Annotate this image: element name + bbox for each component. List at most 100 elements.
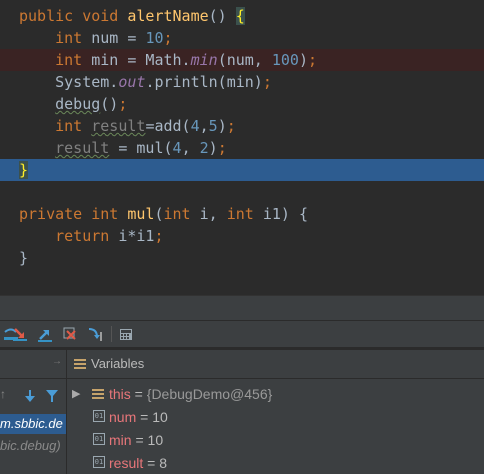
code-line-text: int result=add(4,5); <box>19 115 236 137</box>
drop-frame-icon[interactable] <box>61 325 79 343</box>
code-token: } <box>19 249 29 267</box>
filter-icon[interactable] <box>45 389 59 403</box>
variable-row-this[interactable]: ▶ this = {DebugDemo@456} <box>67 383 484 405</box>
code-token: ; <box>217 139 227 157</box>
code-line-text: debug(); <box>19 93 127 115</box>
code-token: int <box>55 29 92 47</box>
code-line-6[interactable]: int result=add(4,5); <box>0 115 484 137</box>
up-arrow-icon[interactable]: ↑ <box>0 387 6 401</box>
primitive-field-icon: 01 <box>93 433 105 445</box>
variable-value: 10 <box>152 409 168 425</box>
code-line-4[interactable]: System.out.println(min); <box>0 71 484 93</box>
primitive-field-icon: 01 <box>93 410 105 422</box>
code-token: (num, <box>217 51 272 69</box>
variable-row[interactable]: 01 min = 10 <box>67 429 484 451</box>
variable-row[interactable]: 01 result = 8 <box>67 452 484 474</box>
code-token: i*i1 <box>118 227 155 245</box>
code-token: debug <box>55 95 101 113</box>
down-arrow-icon[interactable] <box>23 389 37 403</box>
object-icon <box>92 389 104 399</box>
code-line-11[interactable]: return i*i1; <box>0 225 484 247</box>
code-token: () <box>208 7 236 25</box>
code-token: result <box>55 139 110 157</box>
code-line-12[interactable]: } <box>0 247 484 269</box>
code-editor[interactable]: public void alertName() { int num = 10; … <box>0 0 484 295</box>
code-token: { <box>235 7 245 25</box>
code-token: return <box>55 227 119 245</box>
code-token: alertName <box>127 7 209 25</box>
run-to-cursor-icon[interactable] <box>86 325 104 343</box>
frames-header: → <box>0 350 66 379</box>
code-token: .println(min) <box>145 73 263 91</box>
code-token: , <box>181 139 200 157</box>
variable-name: num <box>109 409 137 425</box>
variables-header: Variables <box>67 350 484 379</box>
frame-item[interactable]: bic.debug) <box>0 436 66 456</box>
code-token: min <box>190 51 218 69</box>
variables-icon <box>74 359 86 369</box>
code-line-1[interactable]: public void alertName() { <box>0 5 484 27</box>
code-token: =add( <box>145 117 191 135</box>
code-line-7[interactable]: result = mul(4, 2); <box>0 137 484 159</box>
code-token: ; <box>118 95 128 113</box>
code-token: 100 <box>271 51 299 69</box>
code-token: () <box>100 95 119 113</box>
code-line-text: return i*i1; <box>19 225 164 247</box>
code-token: i, <box>199 205 227 223</box>
code-token: ; <box>262 73 272 91</box>
code-token: 4 <box>190 117 200 135</box>
variable-row[interactable]: 01 num = 10 <box>67 406 484 428</box>
code-token: , <box>199 117 209 135</box>
panel-divider[interactable] <box>0 295 484 321</box>
code-token: ) <box>298 51 308 69</box>
evaluate-icon[interactable] <box>117 325 135 343</box>
code-token: ; <box>163 29 173 47</box>
code-line-text: } <box>19 159 29 181</box>
code-line-text: } <box>19 247 28 269</box>
code-token: = mul( <box>109 139 173 157</box>
primitive-field-icon: 01 <box>93 456 105 468</box>
code-token: i1) { <box>262 205 308 223</box>
code-line-text: System.out.println(min); <box>19 71 272 93</box>
variable-equals: = <box>130 386 147 402</box>
code-token: ; <box>226 117 236 135</box>
variable-equals: = <box>136 409 153 425</box>
frame-item-selected[interactable]: m.sbbic.de <box>0 414 66 434</box>
pin-icon[interactable]: → <box>52 356 62 367</box>
step-into-icon[interactable] <box>11 325 29 343</box>
expand-arrow-icon[interactable]: ▶ <box>72 383 80 405</box>
frame-item-label: m.sbbic.de <box>0 416 63 431</box>
code-line-2[interactable]: int num = 10; <box>0 27 484 49</box>
code-token: public <box>19 7 83 25</box>
code-token: } <box>19 161 29 179</box>
code-token: System. <box>19 73 119 91</box>
code-line-3[interactable]: int min = Math.min(num, 100); <box>0 49 484 71</box>
variable-equals: = <box>131 432 148 448</box>
code-token: int <box>163 205 200 223</box>
frames-panel: → ↑ m.sbbic.de bic.debug) <box>0 350 67 474</box>
variables-title: Variables <box>91 356 145 371</box>
code-token: ) <box>208 139 218 157</box>
code-line-10[interactable]: private int mul(int i, int i1) { <box>0 203 484 225</box>
code-line-5[interactable]: debug(); <box>0 93 484 115</box>
variable-equals: = <box>143 455 160 471</box>
variable-value: {DebugDemo@456} <box>146 386 273 402</box>
frame-item-label: bic.debug) <box>0 438 61 453</box>
frames-toolbar: ↑ <box>0 386 66 406</box>
code-line-9[interactable] <box>0 181 484 203</box>
code-token: ; <box>154 227 164 245</box>
code-token: mul <box>127 205 155 223</box>
code-token: num = <box>91 29 146 47</box>
code-token: out <box>118 73 146 91</box>
code-line-current-execution[interactable]: } <box>0 159 484 181</box>
code-token: int <box>91 205 128 223</box>
code-token: 2 <box>199 139 209 157</box>
code-line-text: private int mul(int i, int i1) { <box>19 203 308 225</box>
force-step-into-icon[interactable] <box>36 325 54 343</box>
toolbar-separator <box>111 326 112 342</box>
variable-name: result <box>109 455 144 471</box>
code-line-text: int min = Math.min(num, 100); <box>19 49 317 71</box>
variable-name: min <box>109 432 132 448</box>
